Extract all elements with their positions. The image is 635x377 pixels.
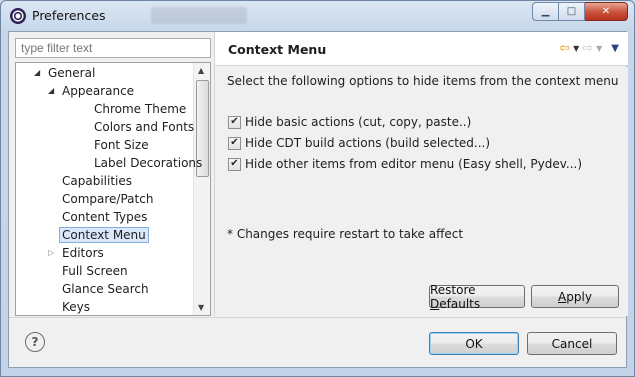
checkbox[interactable]: ✔ [228, 115, 241, 129]
filter-input[interactable] [15, 38, 211, 58]
page-header: Context Menu ⇦ ▼ ⇨ ▼ ▼ [215, 32, 628, 66]
maximize-button[interactable]: □ [559, 2, 585, 21]
option-hide-other-editor-items[interactable]: ✔ Hide other items from editor menu (Eas… [228, 156, 582, 172]
close-button[interactable]: ✕ [585, 2, 628, 21]
tree-item-label: Content Types [62, 210, 148, 224]
tree-item-label: Appearance [62, 84, 135, 98]
expand-arrow-icon[interactable]: ▷ [48, 244, 54, 262]
dialog-client-area: ▲ ▼ ◢ General ◢ Appearance Chrome Theme Color… [8, 31, 628, 368]
forward-history-dropdown-icon[interactable]: ▼ [596, 44, 602, 53]
tree-item-label: Colors and Fonts [94, 120, 195, 134]
tree-item[interactable]: ◢ Appearance [48, 82, 135, 100]
ok-button[interactable]: OK [429, 332, 519, 355]
checkbox[interactable]: ✔ [228, 157, 241, 171]
page-description: Select the following options to hide ite… [227, 74, 619, 88]
restore-defaults-button[interactable]: Restore Defaults [429, 282, 525, 311]
tree-item[interactable]: Colors and Fonts [94, 118, 194, 136]
tree-item-label: Keys [62, 300, 91, 314]
option-label: Hide basic actions (cut, copy, paste..) [245, 115, 472, 129]
eclipse-app-icon [10, 8, 26, 24]
tree-item[interactable]: Content Types [62, 208, 147, 226]
page-body: Select the following options to hide ite… [215, 67, 628, 316]
preferences-tree[interactable]: ▲ ▼ ◢ General ◢ Appearance Chrome Theme Color… [15, 62, 211, 316]
collapse-arrow-icon[interactable]: ◢ [34, 64, 40, 82]
option-label: Hide other items from editor menu (Easy … [245, 157, 583, 171]
checkbox[interactable]: ✔ [228, 136, 241, 150]
tree-item[interactable]: Label Decorations [94, 154, 202, 172]
minimize-icon: ▁ [541, 6, 550, 17]
tree-item-label: Font Size [94, 138, 149, 152]
checkmark-icon: ✔ [230, 116, 239, 127]
window-title: Preferences [32, 8, 106, 23]
checkmark-icon: ✔ [230, 158, 239, 169]
option-hide-cdt-build-actions[interactable]: ✔ Hide CDT build actions (build selected… [228, 135, 490, 151]
close-icon: ✕ [601, 6, 611, 17]
tree-item-label: Glance Search [62, 282, 149, 296]
option-hide-basic-actions[interactable]: ✔ Hide basic actions (cut, copy, paste..… [228, 114, 471, 130]
tree-item-label: Capabilities [62, 174, 132, 188]
tree-item[interactable]: Chrome Theme [94, 100, 186, 118]
page-title: Context Menu [228, 42, 327, 57]
tree-item[interactable]: ▷ Editors [48, 244, 104, 262]
restore-defaults-label: Restore Defaults [430, 282, 481, 311]
tree-item[interactable]: Keys [62, 298, 91, 315]
page-navigation: ⇦ ▼ ⇨ ▼ ▼ [559, 41, 619, 56]
view-menu-icon[interactable]: ▼ [611, 43, 619, 54]
scroll-down-arrow-icon[interactable]: ▼ [198, 303, 204, 312]
tree-item-label: Context Menu [59, 227, 149, 243]
tree-item-label: Compare/Patch [62, 192, 154, 206]
checkmark-icon: ✔ [230, 137, 239, 148]
maximize-icon: □ [566, 6, 577, 17]
apply-label: Apply [558, 289, 592, 304]
collapse-arrow-icon[interactable]: ◢ [48, 82, 54, 100]
apply-button[interactable]: Apply [531, 285, 619, 308]
tree-item-label: General [48, 66, 96, 80]
title-bar[interactable]: Preferences ▁ □ ✕ [1, 1, 634, 31]
preferences-window: Preferences ▁ □ ✕ ▲ ▼ ◢ General ◢ Appearanc… [0, 0, 635, 377]
tree-item-label: Label Decorations [94, 156, 203, 170]
tree-item[interactable]: Full Screen [62, 262, 128, 280]
help-icon[interactable]: ? [25, 332, 45, 352]
back-arrow-icon[interactable]: ⇦ [559, 41, 570, 56]
tree-vertical-scrollbar[interactable]: ▲ ▼ [193, 63, 210, 315]
tree-item[interactable]: ◢ General [34, 64, 96, 82]
tree-item[interactable]: Font Size [94, 136, 149, 154]
option-label: Hide CDT build actions (build selected..… [245, 136, 491, 150]
tree-item-label: Chrome Theme [94, 102, 187, 116]
tree-item-label: Full Screen [62, 264, 128, 278]
title-bar-ghost-text [151, 7, 247, 24]
caption-buttons: ▁ □ ✕ [532, 2, 628, 22]
minimize-button[interactable]: ▁ [532, 2, 559, 21]
scroll-up-arrow-icon[interactable]: ▲ [198, 66, 204, 75]
footer-separator [9, 317, 626, 318]
back-history-dropdown-icon[interactable]: ▼ [573, 44, 579, 53]
cancel-button[interactable]: Cancel [527, 332, 617, 355]
tree-item[interactable]: Capabilities [62, 172, 132, 190]
forward-arrow-icon[interactable]: ⇨ [582, 41, 593, 56]
tree-item[interactable]: Context Menu [59, 226, 149, 244]
tree-item[interactable]: Compare/Patch [62, 190, 153, 208]
restart-note: * Changes require restart to take affect [227, 227, 464, 241]
tree-item-label: Editors [62, 246, 104, 260]
tree-item[interactable]: Glance Search [62, 280, 149, 298]
